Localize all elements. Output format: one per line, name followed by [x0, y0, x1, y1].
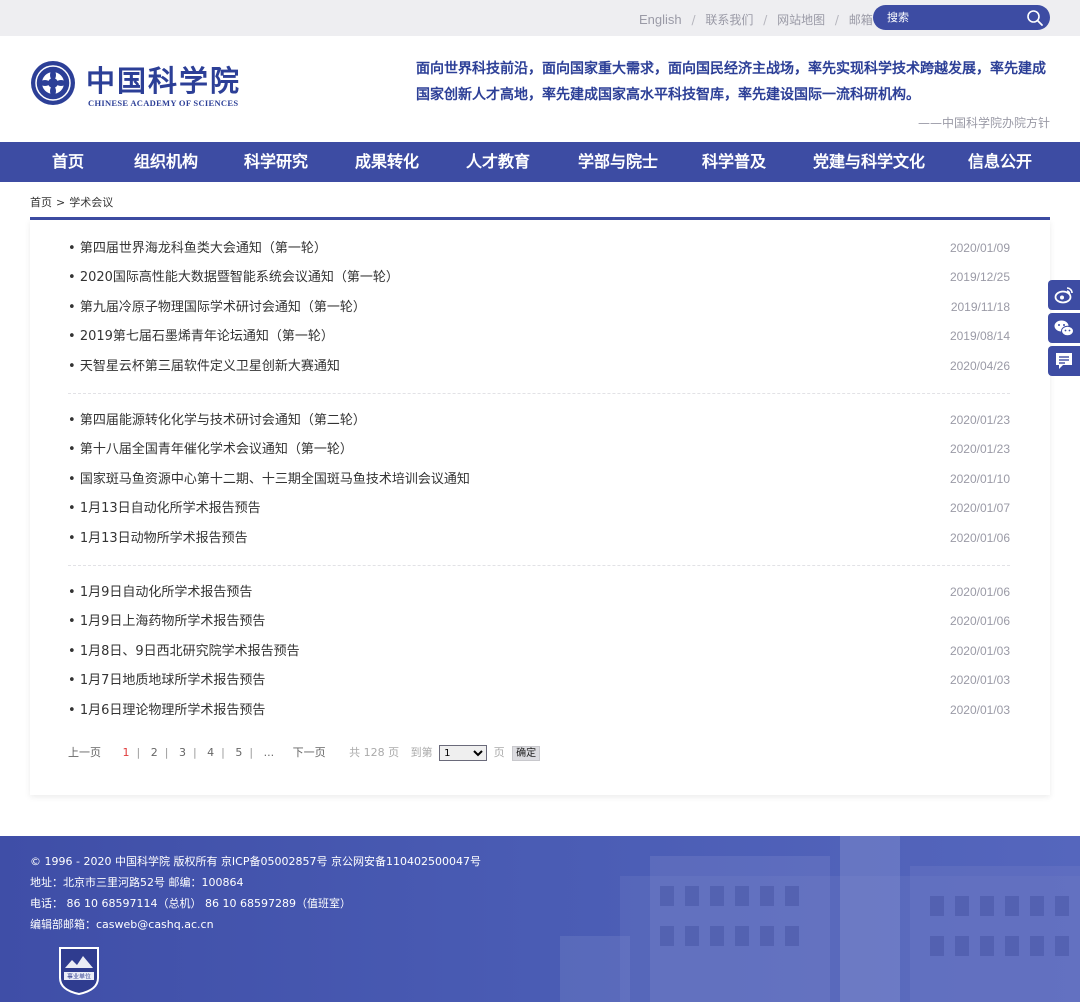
breadcrumb-home[interactable]: 首页 [30, 196, 52, 209]
nav-organization[interactable]: 组织机构 [134, 142, 198, 182]
site-header: 中国科学院 CHINESE ACADEMY OF SCIENCES 面向世界科技… [0, 36, 1080, 142]
list-item: 1月9日自动化所学术报告预告2020/01/06 [68, 578, 1010, 607]
nav-party-culture[interactable]: 党建与科学文化 [813, 142, 925, 182]
site-logo[interactable]: 中国科学院 CHINESE ACADEMY OF SCIENCES [30, 58, 240, 114]
list-item: 2020国际高性能大数据暨智能系统会议通知（第一轮）2019/12/25 [68, 263, 1010, 292]
goto-page-select[interactable]: 1 [439, 745, 488, 761]
list-item: 第九届冷原子物理国际学术研讨会通知（第一轮）2019/11/18 [68, 293, 1010, 322]
contact-link[interactable]: 联系我们 [705, 13, 753, 27]
cas-emblem-icon [30, 60, 76, 106]
sitemap-link[interactable]: 网站地图 [777, 13, 825, 27]
list-item: 第十八届全国青年催化学术会议通知（第一轮）2020/01/23 [68, 435, 1010, 464]
mission-statement: 面向世界科技前沿，面向国家重大需求，面向国民经济主战场，率先实现科学技术跨越发展… [416, 61, 1046, 103]
nav-academicians[interactable]: 学部与院士 [578, 142, 658, 182]
page-ellipsis: ... [263, 746, 275, 759]
logo-english-name: CHINESE ACADEMY OF SCIENCES [88, 98, 239, 108]
list-item: 第四届能源转化化学与技术研讨会通知（第二轮）2020/01/23 [68, 406, 1010, 435]
list-item: 1月6日理论物理所学术报告预告2020/01/03 [68, 696, 1010, 725]
next-page-link[interactable]: 下一页 [293, 744, 326, 762]
page-link-5[interactable]: 5 [235, 744, 242, 762]
main-nav: 首页 组织机构 科学研究 成果转化 人才教育 学部与院士 科学普及 党建与科学文… [0, 142, 1080, 182]
nav-home[interactable]: 首页 [52, 142, 84, 182]
public-institution-badge[interactable]: 事业单位 [56, 944, 102, 996]
prev-page-link[interactable]: 上一页 [68, 744, 101, 762]
footer-phone: 电话： 86 10 68597114（总机） 86 10 68597289（值班… [30, 897, 351, 910]
nav-research[interactable]: 科学研究 [244, 142, 308, 182]
pagination: 上一页 1 | 2 | 3 | 4 | 5 | ... 下一页 共 128 页 到第 1 … [68, 744, 541, 762]
mission-source: ——中国科学院办院方针 [917, 116, 1050, 130]
conference-list-card: 第四届世界海龙科鱼类大会通知（第一轮）2020/01/09 2020国际高性能大… [30, 220, 1050, 795]
page-unit-label: 页 [493, 746, 505, 759]
list-item: 第四届世界海龙科鱼类大会通知（第一轮）2020/01/09 [68, 234, 1010, 263]
total-pages: 共 128 页 [349, 746, 400, 759]
page-link-1[interactable]: 1 [123, 744, 130, 762]
list-item: 1月8日、9日西北研究院学术报告预告2020/01/03 [68, 637, 1010, 666]
footer-email[interactable]: 编辑部邮箱：casweb@cashq.ac.cn [30, 916, 214, 932]
mailbox-link[interactable]: 邮箱 [849, 13, 873, 27]
footer-address: 地址：北京市三里河路52号 邮编：100864 [30, 876, 244, 889]
page-link-2[interactable]: 2 [151, 744, 158, 762]
top-bar: English / 联系我们 / 网站地图 / 邮箱 [0, 0, 1080, 36]
top-links: English / 联系我们 / 网站地图 / 邮箱 [639, 12, 873, 27]
nav-popularization[interactable]: 科学普及 [702, 142, 766, 182]
news-group-1: 第四届世界海龙科鱼类大会通知（第一轮）2020/01/09 2020国际高性能大… [68, 234, 1010, 381]
nav-disclosure[interactable]: 信息公开 [968, 142, 1032, 182]
breadcrumb: 首页 > 学术会议 [30, 196, 114, 209]
nav-transfer[interactable]: 成果转化 [355, 142, 419, 182]
search-icon[interactable] [1025, 8, 1045, 28]
search-box [873, 5, 1050, 30]
search-input[interactable] [887, 8, 1017, 27]
wechat-share-button[interactable] [1048, 313, 1080, 343]
list-item: 天智星云杯第三届软件定义卫星创新大赛通知2020/04/26 [68, 352, 1010, 381]
page-link-3[interactable]: 3 [179, 744, 186, 762]
logo-chinese-name: 中国科学院 [86, 64, 242, 98]
site-footer: © 1996 - 2020 中国科学院 版权所有 京ICP备05002857号 … [0, 836, 1080, 1002]
list-item: 1月9日上海药物所学术报告预告2020/01/06 [68, 607, 1010, 636]
feedback-button[interactable] [1048, 346, 1080, 376]
english-link[interactable]: English [639, 12, 682, 27]
list-item: 1月7日地质地球所学术报告预告2020/01/03 [68, 666, 1010, 695]
page-link-4[interactable]: 4 [207, 744, 214, 762]
breadcrumb-current[interactable]: 学术会议 [69, 196, 113, 209]
group-divider [68, 565, 1010, 566]
weibo-share-button[interactable] [1048, 280, 1080, 310]
list-item: 2019第七届石墨烯青年论坛通知（第一轮）2019/08/14 [68, 322, 1010, 351]
list-item: 1月13日自动化所学术报告预告2020/01/07 [68, 494, 1010, 523]
building-photo-backdrop [560, 836, 1080, 1002]
nav-education[interactable]: 人才教育 [466, 142, 530, 182]
list-item: 1月13日动物所学术报告预告2020/01/06 [68, 524, 1010, 553]
footer-copyright: © 1996 - 2020 中国科学院 版权所有 京ICP备05002857号 … [30, 855, 481, 868]
badge-label: 事业单位 [67, 973, 91, 981]
news-group-3: 1月9日自动化所学术报告预告2020/01/06 1月9日上海药物所学术报告预告… [68, 578, 1010, 725]
news-group-2: 第四届能源转化化学与技术研讨会通知（第二轮）2020/01/23 第十八届全国青… [68, 406, 1010, 553]
confirm-button[interactable]: 确定 [512, 745, 541, 761]
group-divider [68, 393, 1010, 394]
list-item: 国家斑马鱼资源中心第十二期、十三期全国斑马鱼技术培训会议通知2020/01/10 [68, 465, 1010, 494]
goto-label: 到第 [410, 746, 433, 759]
